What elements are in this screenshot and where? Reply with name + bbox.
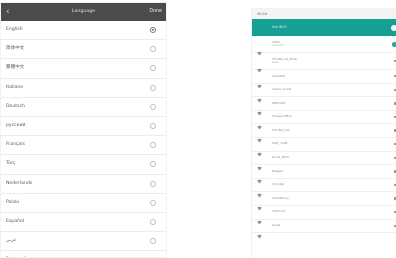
radio-button-icon[interactable] — [150, 65, 156, 72]
language-item[interactable]: 繁體中文 — [1, 59, 166, 79]
language-item[interactable]: English — [1, 21, 166, 41]
wifi-signal-icon — [257, 156, 262, 171]
wifi-signal-icon — [257, 101, 262, 116]
wifi-toggle-switch[interactable] — [391, 24, 396, 31]
language-item[interactable]: Polski — [1, 194, 166, 213]
wifi-network-row[interactable]: MERCURY — [252, 97, 396, 116]
wlan-header: WLAN — [252, 9, 396, 19]
language-item-label: عربي — [6, 238, 17, 244]
wifi-network-row[interactable]: Guest — [252, 220, 396, 239]
language-item[interactable]: Português — [1, 251, 166, 257]
wifi-signal-icon — [257, 142, 262, 157]
wifi-network-name: Huawei-Office — [272, 114, 292, 119]
radio-button-icon[interactable] — [150, 180, 156, 187]
wifi-signal-icon — [257, 169, 262, 184]
wifi-signal-icon — [257, 88, 262, 103]
wifi-signal-icon — [257, 128, 262, 143]
wifi-network-name: ChinaNet-xJ — [272, 195, 289, 200]
wifi-network-row[interactable]: Tenda_2B10 — [252, 152, 396, 171]
wifi-network-name: Xiaomi_Guest — [272, 87, 292, 92]
wifi-network-row[interactable]: FAST_7A4E — [252, 138, 396, 157]
wifi-signal-icon — [257, 210, 262, 225]
language-list: English 简体中文繁體中文 Italiano Deutsch русский Fra… — [1, 21, 166, 257]
language-item[interactable]: Español — [1, 213, 166, 233]
radio-button-icon[interactable] — [150, 103, 156, 110]
radio-button-icon[interactable] — [150, 46, 156, 53]
language-screen: ‹ Language Done English 简体中文繁體中文 Italiano D… — [1, 3, 166, 257]
language-item-label: Deutsch — [6, 103, 25, 109]
wifi-network-row[interactable]: Netgear — [252, 165, 396, 184]
radio-button-icon[interactable] — [150, 238, 156, 245]
wifi-network-name: FAST_7A4E — [272, 141, 288, 146]
done-button[interactable]: Done — [149, 6, 162, 18]
language-item-label: 简体中文 — [6, 46, 25, 52]
wifi-network-row[interactable]: CU_ka8p — [252, 179, 396, 198]
language-item-label: Polski — [6, 199, 20, 205]
language-item-label: English — [6, 27, 23, 32]
wifi-network-row[interactable]: ChinaNet-xJ — [252, 192, 396, 211]
wifi-signal-icon — [257, 196, 262, 211]
radio-button-icon[interactable] — [150, 27, 156, 33]
wifi-network-name: Guest — [272, 223, 281, 228]
wifi-toggle-label: Use Wi-Fi — [272, 25, 287, 29]
language-item-label: 繁體中文 — [6, 65, 25, 71]
language-item[interactable]: عربي — [1, 232, 166, 252]
wifi-network-name: CMCC-Gd — [272, 209, 286, 214]
wifi-signal-icon — [257, 41, 262, 56]
radio-button-icon[interactable] — [150, 84, 156, 91]
language-item-label: русский — [6, 122, 26, 128]
wifi-network-row[interactable]: TP-LINK_5G_8C4A Saved — [252, 53, 396, 73]
wifi-signal-icon — [257, 183, 262, 198]
wifi-network-name: TP-LINK_C3A — [272, 127, 290, 132]
language-item[interactable]: Nederlands — [1, 175, 166, 194]
language-item-label: Nederlands — [6, 180, 33, 186]
language-title: Language — [71, 9, 96, 14]
connected-indicator-icon — [392, 42, 396, 47]
radio-button-icon[interactable] — [150, 199, 156, 206]
wifi-network-name: MERCURY — [272, 100, 286, 105]
radio-button-icon[interactable] — [150, 122, 156, 129]
wifi-network-list: CMCC Connected TP-LINK_5G_8C4A Saved ChinaNe… — [252, 36, 396, 239]
wlan-title: WLAN — [257, 12, 268, 16]
language-header: ‹ Language Done — [1, 3, 166, 21]
wifi-network-row[interactable]: ChinaNet — [252, 70, 396, 89]
radio-button-icon[interactable] — [150, 161, 156, 168]
language-item[interactable]: Français — [1, 136, 166, 156]
wifi-network-row[interactable]: Xiaomi_Guest — [252, 84, 396, 103]
language-item[interactable]: Türç — [1, 155, 166, 175]
language-item-label: Español — [6, 218, 25, 224]
wifi-network-row[interactable]: TP-LINK_C3A — [252, 124, 396, 143]
language-item-label: Français — [6, 142, 25, 148]
wifi-network-row[interactable]: Huawei-Office — [252, 111, 396, 130]
wifi-toggle-row[interactable]: Use Wi-Fi — [252, 19, 396, 36]
wlan-screen: WLAN Use Wi-Fi CMCC Connected TP-LINK_5G_8… — [252, 9, 396, 258]
wifi-network-row[interactable]: CMCC Connected — [252, 36, 396, 56]
wifi-network-row[interactable]: CMCC-Gd — [252, 206, 396, 225]
wifi-network-name: Netgear — [272, 168, 284, 173]
wifi-network-status-text: Connected — [272, 43, 284, 47]
wifi-signal-icon — [257, 224, 262, 239]
wifi-signal-icon — [257, 74, 262, 89]
language-item-label: Türç — [6, 161, 16, 167]
wifi-network-name: CU_ka8p — [272, 182, 285, 187]
language-item[interactable]: Deutsch — [1, 98, 166, 117]
radio-button-icon[interactable] — [150, 218, 156, 225]
wifi-network-name: Tenda_2B10 — [272, 155, 289, 160]
wifi-signal-icon — [257, 115, 262, 130]
wifi-network-name: ChinaNet — [272, 73, 285, 78]
language-item[interactable]: 简体中文 — [1, 40, 166, 60]
language-item-label: Italiano — [6, 84, 24, 90]
wifi-network-status-text: Saved — [272, 60, 279, 64]
wifi-signal-icon — [257, 58, 262, 73]
language-item[interactable]: русский — [1, 117, 166, 137]
radio-button-icon[interactable] — [150, 142, 156, 149]
language-item[interactable]: Italiano — [1, 79, 166, 98]
